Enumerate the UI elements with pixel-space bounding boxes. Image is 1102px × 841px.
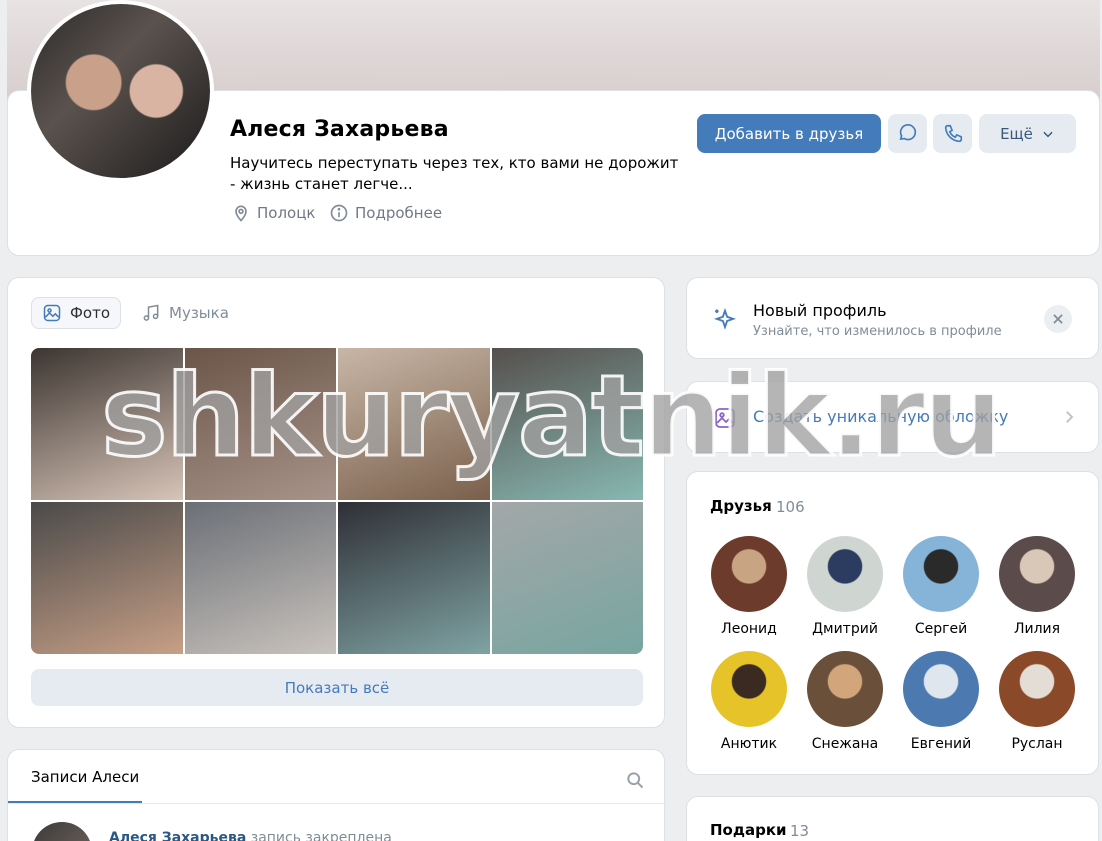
post-pinned-text: запись закреплена <box>250 830 392 841</box>
chevron-right-icon <box>1066 411 1074 423</box>
post-author-link[interactable]: Алеся Захарьева <box>109 830 246 841</box>
add-friend-button[interactable]: Добавить в друзья <box>697 114 881 153</box>
tab-music-label: Музыка <box>169 304 229 322</box>
friend-name: Руслан <box>1011 736 1063 752</box>
info-icon <box>330 204 348 222</box>
chevron-down-icon <box>1043 131 1053 137</box>
new-profile-banner[interactable]: Новый профиль Узнайте, что изменилось в … <box>686 277 1099 359</box>
friend-avatar <box>807 651 883 727</box>
profile-status: Научитесь переступать через тех, кто вам… <box>230 154 679 193</box>
close-button[interactable] <box>1044 305 1072 333</box>
friend-name: Евгений <box>910 736 972 752</box>
friend-avatar <box>807 536 883 612</box>
friend-item[interactable]: Евгений <box>893 651 989 752</box>
profile-name: Алеся Захарьева <box>230 117 449 142</box>
message-icon <box>899 123 916 140</box>
photo-thumbnail[interactable] <box>338 502 490 654</box>
call-button[interactable] <box>933 114 972 153</box>
photo-thumbnail[interactable] <box>31 502 183 654</box>
friend-item[interactable]: Снежана <box>797 651 893 752</box>
friends-count: 106 <box>776 498 805 516</box>
photo-thumbnail[interactable] <box>31 348 183 500</box>
profile-city[interactable]: Полоцк <box>231 203 316 223</box>
gifts-card: Подарки 13 <box>686 796 1099 841</box>
friend-avatar <box>999 651 1075 727</box>
friends-card: Друзья 106 Леонид Дмитрий Сергей Лилия Анюти… <box>686 471 1099 775</box>
photo-thumbnail[interactable] <box>184 502 336 654</box>
friend-avatar <box>711 536 787 612</box>
gifts-count: 13 <box>790 822 810 840</box>
phone-icon <box>944 124 962 142</box>
photo-grid <box>31 348 643 654</box>
sparkles-icon <box>713 307 737 330</box>
tab-music[interactable]: Музыка <box>141 297 229 329</box>
photo-thumbnail[interactable] <box>184 348 336 500</box>
profile-city-label: Полоцк <box>257 204 316 222</box>
photo-thumbnail[interactable] <box>338 348 490 500</box>
more-button-label: Ещё <box>1000 124 1033 143</box>
post-header: Алеся Захарьева запись закреплена <box>109 830 392 841</box>
profile-avatar[interactable] <box>27 0 214 182</box>
music-note-icon <box>143 304 159 321</box>
more-button[interactable]: Ещё <box>979 114 1076 153</box>
friend-item[interactable]: Леонид <box>701 536 797 637</box>
friend-name: Анютик <box>720 736 778 752</box>
friend-item[interactable]: Сергей <box>893 536 989 637</box>
profile-details-label: Подробнее <box>355 204 443 222</box>
new-profile-subtitle: Узнайте, что изменилось в профиле <box>753 324 1002 339</box>
image-icon <box>43 304 61 322</box>
divider <box>8 803 666 804</box>
create-cover-card[interactable]: Создать уникальную обложку <box>686 381 1099 453</box>
photo-thumbnail[interactable] <box>491 348 643 500</box>
search-icon[interactable] <box>625 770 645 790</box>
avatar[interactable] <box>32 822 92 841</box>
media-card: Фото Музыка Показать всё <box>7 277 665 728</box>
show-all-button[interactable]: Показать всё <box>31 669 643 706</box>
friend-avatar <box>999 536 1075 612</box>
friend-name: Лилия <box>1013 621 1061 637</box>
friend-name: Дмитрий <box>812 621 878 637</box>
location-pin-icon <box>235 205 247 222</box>
friend-avatar <box>903 651 979 727</box>
photo-thumbnail[interactable] <box>491 502 643 654</box>
friends-title[interactable]: Друзья <box>710 497 772 515</box>
create-cover-label: Создать уникальную обложку <box>753 407 1009 426</box>
friend-avatar <box>903 536 979 612</box>
tab-posts[interactable]: Записи Алеси <box>31 768 139 786</box>
friend-avatar <box>711 651 787 727</box>
posts-card: Записи Алеси Алеся Захарьева запись закр… <box>7 749 666 841</box>
image-edit-icon <box>715 408 735 428</box>
friend-item[interactable]: Анютик <box>701 651 797 752</box>
friend-name: Снежана <box>811 736 879 752</box>
friend-name: Сергей <box>914 621 968 637</box>
close-icon <box>1053 314 1063 324</box>
friend-name: Леонид <box>721 621 777 637</box>
gifts-title[interactable]: Подарки <box>710 821 787 839</box>
new-profile-title: Новый профиль <box>753 301 887 320</box>
friend-item[interactable]: Лилия <box>989 536 1085 637</box>
profile-details-link[interactable]: Подробнее <box>329 203 442 223</box>
tab-photos-label: Фото <box>70 304 111 322</box>
message-button[interactable] <box>888 114 927 153</box>
friend-item[interactable]: Дмитрий <box>797 536 893 637</box>
friend-item[interactable]: Руслан <box>989 651 1085 752</box>
tab-photos[interactable]: Фото <box>31 297 122 329</box>
